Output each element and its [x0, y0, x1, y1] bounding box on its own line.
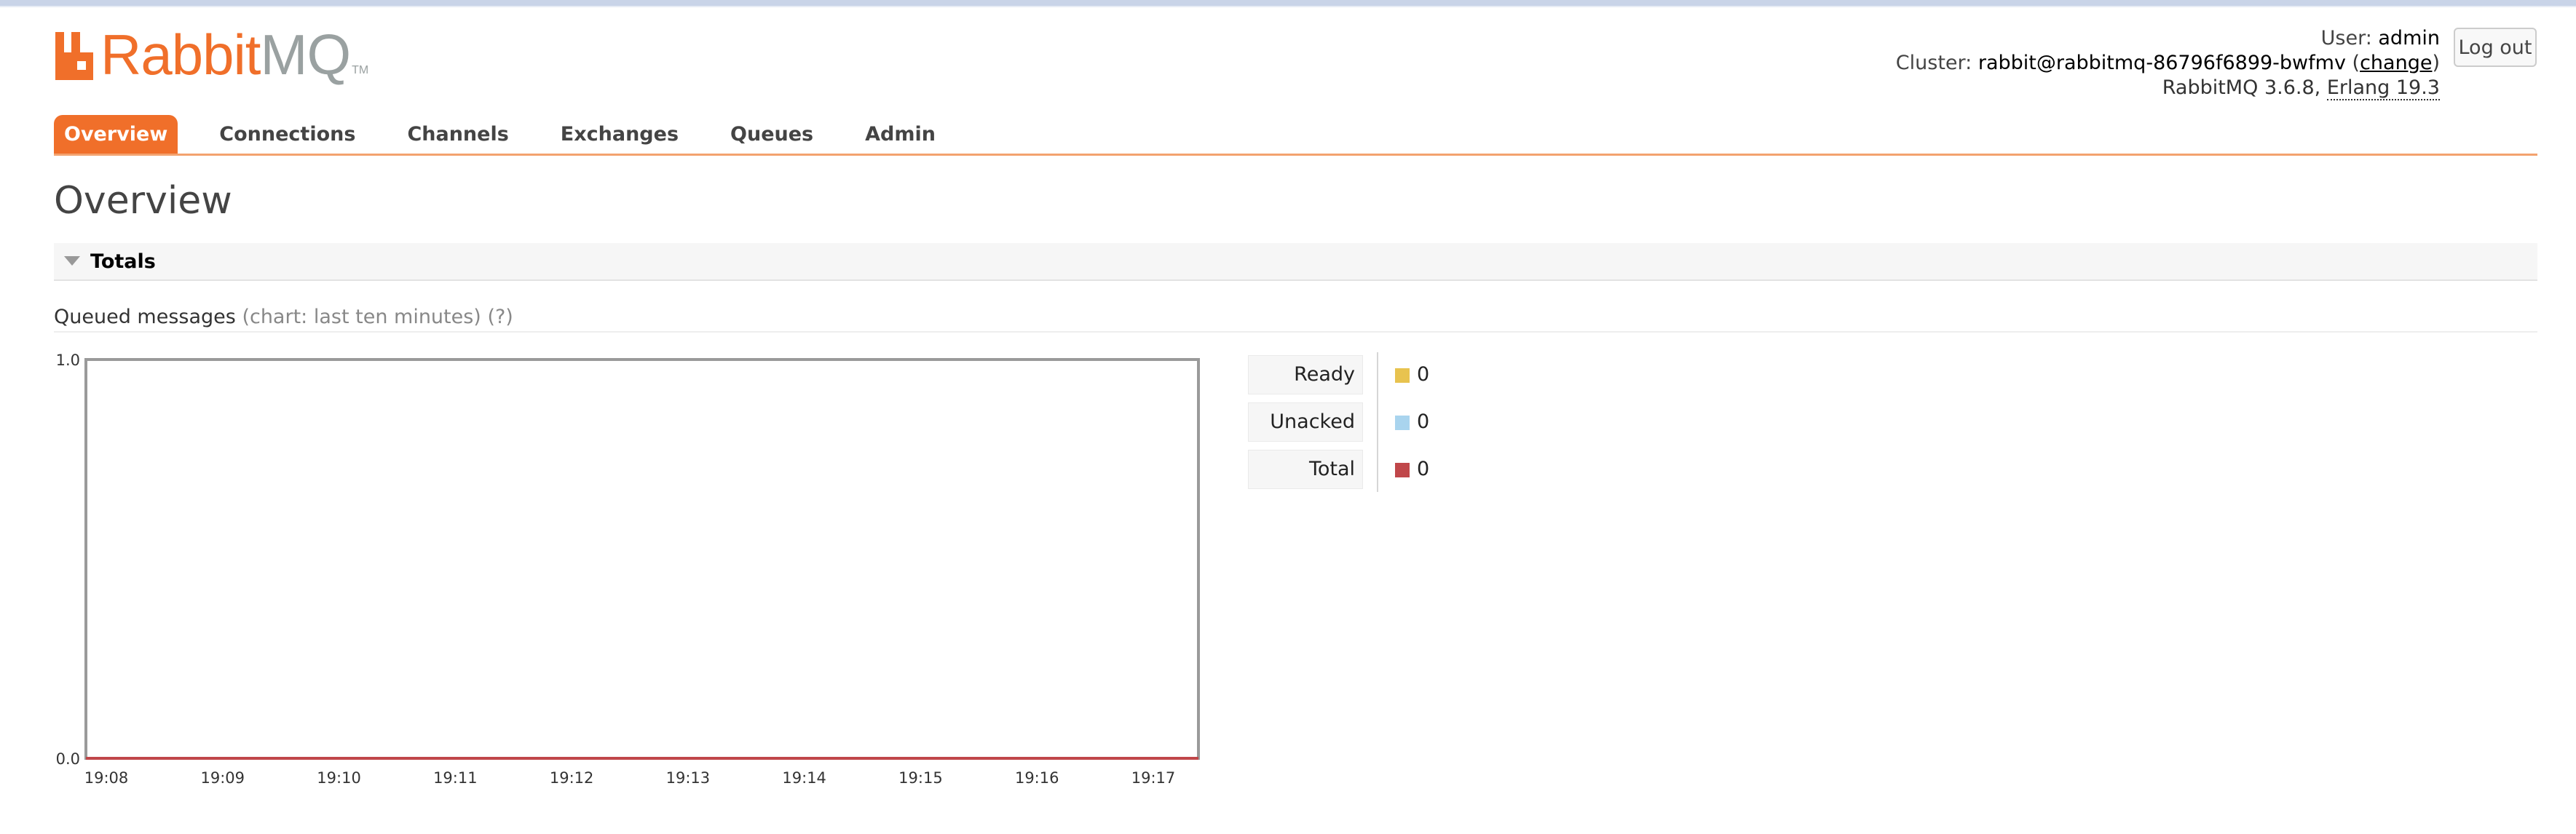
- logo-text-rabbit: Rabbit: [100, 23, 261, 87]
- collapse-arrow-icon: [64, 256, 80, 266]
- logout-button[interactable]: Log out: [2454, 28, 2537, 67]
- y-tick-label: 1.0: [56, 352, 80, 369]
- user-value: admin: [2378, 27, 2440, 49]
- x-tick-label: 19:13: [666, 769, 711, 786]
- legend-row-total: Total 0: [1248, 450, 1481, 489]
- legend-label-total: Total: [1248, 450, 1363, 489]
- queued-divider: [54, 331, 2537, 333]
- x-tick-label: 19:10: [317, 769, 361, 786]
- erlang-version[interactable]: Erlang 19.3: [2326, 76, 2440, 100]
- tab-exchanges[interactable]: Exchanges: [550, 115, 689, 154]
- version-line: RabbitMQ 3.6.8, Erlang 19.3: [1896, 76, 2440, 100]
- cluster-line: Cluster: rabbit@rabbitmq-86796f6899-bwfm…: [1896, 51, 2440, 76]
- chart-range-note: (chart: last ten minutes): [242, 306, 481, 328]
- tab-overview[interactable]: Overview: [54, 115, 178, 154]
- legend-value-ready: 0: [1417, 363, 1430, 386]
- header-info: User: admin Cluster: rabbit@rabbitmq-867…: [1896, 26, 2440, 100]
- tab-channels[interactable]: Channels: [397, 115, 518, 154]
- tab-queues[interactable]: Queues: [720, 115, 823, 154]
- legend-label-ready: Ready: [1248, 355, 1363, 394]
- x-tick-label: 19:11: [433, 769, 478, 786]
- cluster-change-link[interactable]: change: [2360, 52, 2432, 74]
- user-label: User:: [2320, 27, 2372, 49]
- legend-row-ready: Ready 0: [1248, 355, 1481, 394]
- legend-label-unacked: Unacked: [1248, 402, 1363, 442]
- chart-legend: Ready 0 Unacked 0 Total 0: [1248, 355, 1481, 497]
- logo-text-mq: MQ: [260, 23, 351, 87]
- legend-value-total: 0: [1417, 458, 1430, 480]
- main-nav-tabs: Overview Connections Channels Exchanges …: [54, 115, 977, 154]
- section-title: Totals: [90, 250, 156, 273]
- tab-connections[interactable]: Connections: [209, 115, 366, 154]
- x-tick-label: 19:14: [782, 769, 826, 786]
- y-tick-label: 0.0: [56, 750, 80, 768]
- x-tick-label: 19:16: [1015, 769, 1059, 786]
- queued-messages-label: Queued messages: [54, 306, 236, 328]
- logo-trademark: TM: [352, 64, 369, 76]
- legend-value-unacked: 0: [1417, 410, 1430, 433]
- totals-section-toggle[interactable]: Totals: [54, 243, 2537, 281]
- queued-messages-chart: 0.0 1.0 19:08 19:09 19:10 19:11 19:12 19:13 19:1…: [56, 352, 1200, 786]
- rabbitmq-logo-icon: [55, 32, 93, 80]
- rabbitmq-logo[interactable]: Rabbit MQ TM: [52, 23, 369, 87]
- legend-swatch-total: [1395, 463, 1410, 477]
- tab-rule: [54, 154, 2537, 156]
- rabbitmq-version: RabbitMQ 3.6.8,: [2162, 76, 2321, 99]
- legend-swatch-unacked: [1395, 416, 1410, 430]
- x-tick-label: 19:17: [1131, 769, 1176, 786]
- cluster-change-close: ): [2432, 52, 2440, 74]
- legend-swatch-ready: [1395, 368, 1410, 383]
- x-tick-label: 19:09: [201, 769, 245, 786]
- tab-admin[interactable]: Admin: [855, 115, 946, 154]
- page-title: Overview: [54, 179, 232, 223]
- x-tick-label: 19:08: [84, 769, 129, 786]
- cluster-change-open: (: [2352, 52, 2360, 74]
- window-top-bar-line: [0, 6, 2576, 7]
- cluster-value: rabbit@rabbitmq-86796f6899-bwfmv: [1978, 52, 2346, 74]
- chart-plot-area: [84, 358, 1200, 760]
- help-link[interactable]: (?): [487, 306, 513, 328]
- x-tick-label: 19:15: [898, 769, 943, 786]
- user-line: User: admin: [1896, 26, 2440, 51]
- window-top-bar: [0, 0, 2576, 6]
- x-tick-label: 19:12: [550, 769, 594, 786]
- queued-messages-heading: Queued messages (chart: last ten minutes…: [54, 304, 513, 330]
- legend-row-unacked: Unacked 0: [1248, 402, 1481, 442]
- cluster-label: Cluster:: [1895, 52, 1972, 74]
